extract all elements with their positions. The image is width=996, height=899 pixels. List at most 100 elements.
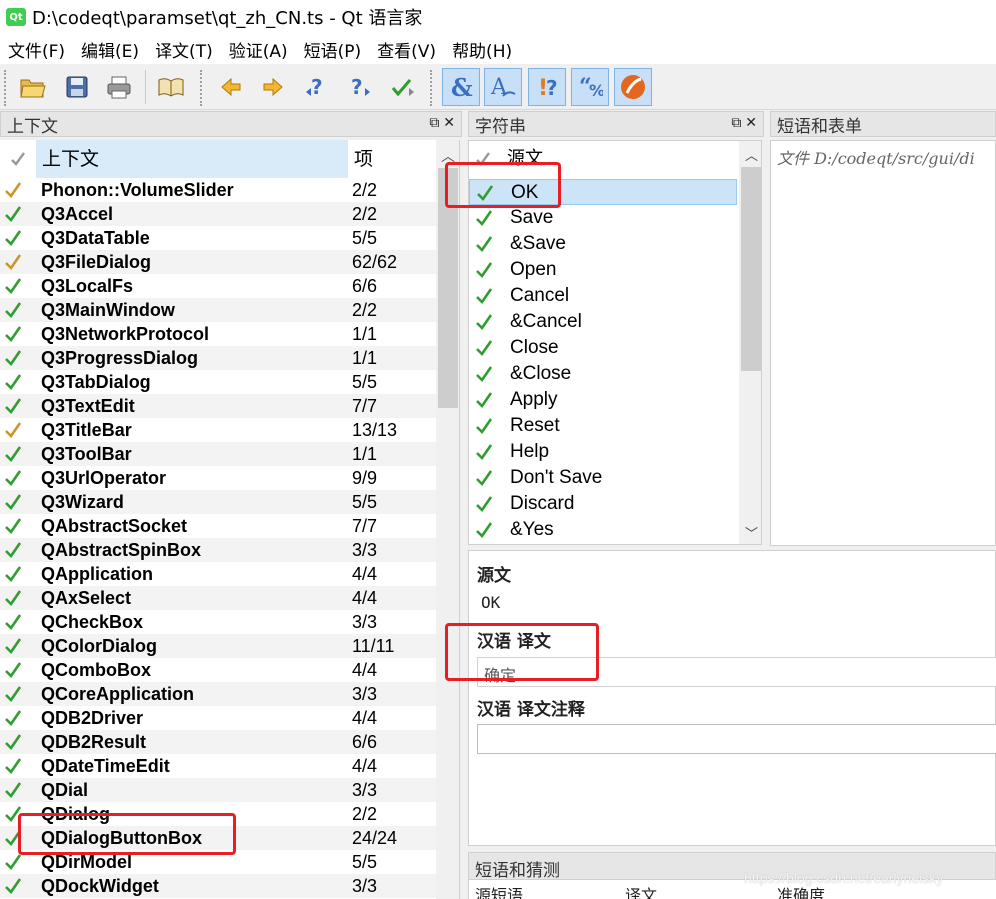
strings-scrollbar[interactable]: ︿ ﹀	[739, 141, 761, 544]
source-phrase-column[interactable]: 源短语	[475, 882, 523, 899]
context-row[interactable]: Q3NetworkProtocol 1/1	[0, 322, 436, 346]
context-row[interactable]: Q3ProgressDialog 1/1	[0, 346, 436, 370]
menu-translation[interactable]: 译文(T)	[147, 37, 221, 62]
context-row[interactable]: QDateTimeEdit 4/4	[0, 754, 436, 778]
context-column-header[interactable]: 上下文	[36, 140, 348, 178]
close-icon[interactable]: ✕	[443, 114, 455, 130]
context-count: 3/3	[352, 780, 378, 800]
phrase-check-button[interactable]: !?	[528, 68, 566, 106]
context-name: Q3ToolBar	[41, 444, 132, 464]
scroll-down-icon[interactable]: ﹀	[745, 523, 758, 542]
accelerator-check-button[interactable]: &	[442, 68, 480, 106]
items-column-header[interactable]: 项	[352, 140, 436, 178]
scrollbar-thumb[interactable]	[741, 167, 761, 371]
place-marker-check-button[interactable]: “%	[571, 68, 609, 106]
next-button[interactable]	[254, 68, 292, 106]
context-row[interactable]: QDB2Driver 4/4	[0, 706, 436, 730]
menu-edit[interactable]: 编辑(E)	[73, 37, 147, 62]
context-row[interactable]: QApplication 4/4	[0, 562, 436, 586]
context-row[interactable]: Q3UrlOperator 9/9	[0, 466, 436, 490]
status-column-header[interactable]	[0, 140, 36, 178]
menu-bar: 文件(F) 编辑(E) 译文(T) 验证(A) 短语(P) 查看(V) 帮助(H…	[0, 34, 996, 64]
string-row[interactable]: Open	[469, 257, 737, 283]
context-row[interactable]: Q3LocalFs 6/6	[0, 274, 436, 298]
context-count: 7/7	[352, 396, 378, 416]
done-check-icon	[4, 325, 22, 343]
context-row[interactable]: QDockWidget 3/3	[0, 874, 436, 898]
prev-unfinished-button[interactable]: ?	[298, 68, 336, 106]
string-row[interactable]: Discard	[469, 491, 737, 517]
context-row[interactable]: QAbstractSocket 7/7	[0, 514, 436, 538]
context-count: 3/3	[352, 540, 378, 560]
string-row[interactable]: Cancel	[469, 283, 737, 309]
string-row[interactable]: Reset	[469, 413, 737, 439]
scroll-up-icon[interactable]: ︿	[745, 145, 758, 164]
context-row[interactable]: QCoreApplication 3/3	[0, 682, 436, 706]
string-row[interactable]: Apply	[469, 387, 737, 413]
print-icon	[107, 76, 131, 99]
done-check-icon	[475, 287, 493, 305]
toolbar-grip[interactable]	[200, 70, 204, 106]
context-row[interactable]: QDB2Result 6/6	[0, 730, 436, 754]
toolbar-grip[interactable]	[430, 70, 434, 106]
context-row[interactable]: QAxSelect 4/4	[0, 586, 436, 610]
context-row[interactable]: Phonon::VolumeSlider 2/2	[0, 178, 436, 202]
float-icon[interactable]: ⧉	[429, 114, 439, 130]
prev-button[interactable]	[212, 68, 250, 106]
context-row[interactable]: Q3TextEdit 7/7	[0, 394, 436, 418]
done-check-icon	[4, 301, 22, 319]
context-row[interactable]: Q3MainWindow 2/2	[0, 298, 436, 322]
phrases-and-forms-area[interactable]: 文件 D:/codeqt/src/gui/di	[770, 140, 996, 546]
menu-phrases[interactable]: 短语(P)	[296, 37, 370, 62]
string-row[interactable]: &Yes	[469, 517, 737, 543]
context-row[interactable]: Q3Wizard 5/5	[0, 490, 436, 514]
string-row[interactable]: &Cancel	[469, 309, 737, 335]
context-name: Q3TitleBar	[41, 420, 132, 440]
open-button[interactable]	[14, 68, 52, 106]
translator-comment-field[interactable]	[477, 724, 996, 754]
translation-column[interactable]: 译文	[625, 882, 657, 899]
context-row[interactable]: QAbstractSpinBox 3/3	[0, 538, 436, 562]
print-button[interactable]	[100, 68, 138, 106]
float-icon[interactable]: ⧉	[731, 114, 741, 130]
menu-validation[interactable]: 验证(A)	[221, 37, 296, 62]
done-check-icon	[4, 493, 22, 511]
context-name: QComboBox	[41, 660, 151, 680]
string-row[interactable]: Don't Save	[469, 465, 737, 491]
close-icon[interactable]: ✕	[745, 114, 757, 130]
string-row[interactable]: &Save	[469, 231, 737, 257]
string-row[interactable]: Save	[469, 205, 737, 231]
menu-help[interactable]: 帮助(H)	[444, 37, 520, 62]
context-name: QCheckBox	[41, 612, 144, 632]
done-check-icon	[4, 565, 22, 583]
whats-this-button[interactable]	[614, 68, 652, 106]
string-row[interactable]: &Close	[469, 361, 737, 387]
context-list[interactable]: 上下文 项 Phonon::VolumeSlider 2/2 Q3Accel 2/2 Q…	[0, 140, 460, 899]
context-row[interactable]: Q3Accel 2/2	[0, 202, 436, 226]
done-check-icon	[4, 229, 22, 247]
menu-view[interactable]: 查看(V)	[369, 37, 444, 62]
context-row[interactable]: Q3FileDialog 62/62	[0, 250, 436, 274]
context-row[interactable]: QDial 3/3	[0, 778, 436, 802]
toolbar-grip[interactable]	[4, 70, 8, 106]
done-check-icon	[4, 757, 22, 775]
done-next-button[interactable]	[384, 68, 422, 106]
punctuation-check-button[interactable]: A	[484, 68, 522, 106]
toolbar: ? ? & A !? “%	[0, 64, 996, 110]
next-unfinished-button[interactable]: ?	[340, 68, 378, 106]
context-row[interactable]: Q3TitleBar 13/13	[0, 418, 436, 442]
context-row[interactable]: Q3ToolBar 1/1	[0, 442, 436, 466]
phrasebook-button[interactable]	[152, 68, 190, 106]
string-row[interactable]: Close	[469, 335, 737, 361]
context-row[interactable]: QColorDialog 11/11	[0, 634, 436, 658]
string-row[interactable]: Help	[469, 439, 737, 465]
context-scrollbar[interactable]: ︿	[436, 140, 459, 899]
context-row[interactable]: QCheckBox 3/3	[0, 610, 436, 634]
menu-file[interactable]: 文件(F)	[0, 37, 73, 62]
save-button[interactable]	[58, 68, 96, 106]
context-row[interactable]: Q3DataTable 5/5	[0, 226, 436, 250]
context-row[interactable]: Q3TabDialog 5/5	[0, 370, 436, 394]
context-count: 4/4	[352, 564, 378, 584]
context-row[interactable]: QComboBox 4/4	[0, 658, 436, 682]
context-panel-title: 上下文	[7, 116, 58, 137]
